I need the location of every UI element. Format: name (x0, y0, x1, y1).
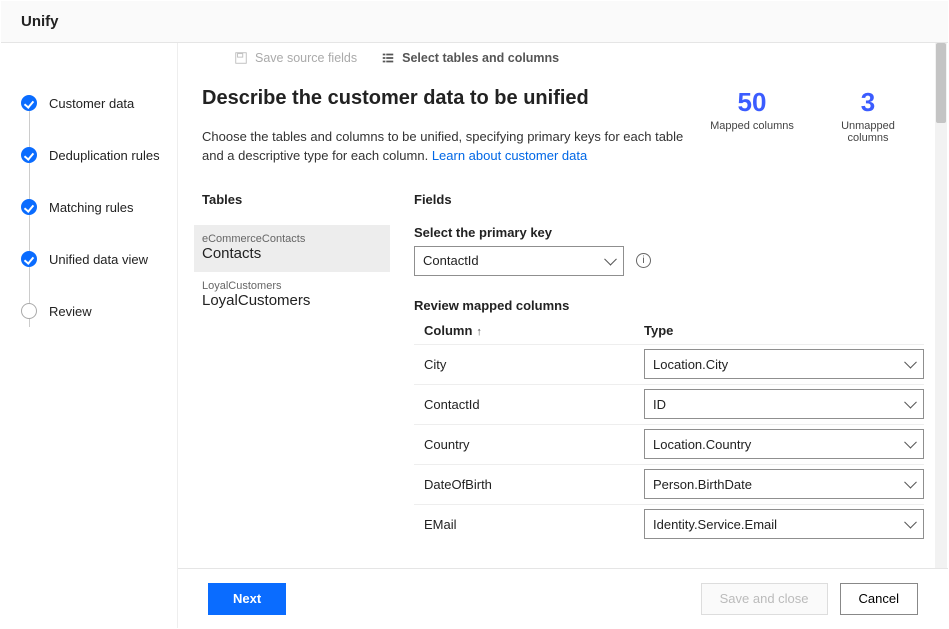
table-name: Contacts (202, 245, 382, 262)
wizard-step[interactable]: Customer data (21, 77, 177, 129)
toolbar: Save source fields Select tables and col… (178, 43, 948, 73)
primary-key-label: Select the primary key (414, 225, 924, 240)
column-mapping-row: EMail Identity.Service.Email (414, 504, 924, 544)
column-header-column[interactable]: Column↑ (414, 323, 644, 338)
table-name: LoyalCustomers (202, 292, 382, 309)
learn-link[interactable]: Learn about customer data (432, 148, 587, 163)
page-description: Choose the tables and columns to be unif… (202, 128, 704, 166)
column-name: DateOfBirth (414, 477, 644, 492)
column-type-value: Location.Country (653, 437, 751, 452)
column-name: Country (414, 437, 644, 452)
wizard-step[interactable]: Deduplication rules (21, 129, 177, 181)
scrollbar-thumb[interactable] (936, 43, 946, 123)
column-name: EMail (414, 517, 644, 532)
stat-mapped-label: Mapped columns (704, 120, 800, 132)
toolbar-select-tables[interactable]: Select tables and columns (381, 51, 559, 65)
column-type-value: Person.BirthDate (653, 477, 752, 492)
review-columns-label: Review mapped columns (414, 298, 924, 313)
column-type-select[interactable]: Location.City (644, 349, 924, 379)
toolbar-select-tables-label: Select tables and columns (402, 51, 559, 65)
wizard-sidebar: Customer data Deduplication rules Matching… (1, 43, 177, 628)
footer: Next Save and close Cancel (178, 568, 948, 628)
column-type-value: Location.City (653, 357, 728, 372)
wizard-step[interactable]: Matching rules (21, 181, 177, 233)
column-mapping-row: ContactId ID (414, 384, 924, 424)
wizard-step-label: Unified data view (49, 252, 148, 267)
stat-mapped: 50 Mapped columns (704, 87, 800, 144)
stat-unmapped-value: 3 (820, 87, 916, 118)
column-type-select[interactable]: Location.Country (644, 429, 924, 459)
wizard-step[interactable]: Review (21, 285, 177, 337)
table-source: LoyalCustomers (202, 280, 382, 292)
column-header-type[interactable]: Type (644, 323, 924, 338)
table-item[interactable]: LoyalCustomersLoyalCustomers (194, 272, 390, 319)
wizard-step[interactable]: Unified data view (21, 233, 177, 285)
table-source: eCommerceContacts (202, 233, 382, 245)
column-mapping-row: DateOfBirth Person.BirthDate (414, 464, 924, 504)
step-pending-icon (21, 303, 37, 319)
list-icon (381, 51, 395, 65)
next-button[interactable]: Next (208, 583, 286, 615)
cancel-button[interactable]: Cancel (840, 583, 918, 615)
step-complete-icon (21, 251, 37, 267)
column-mapping-row: Country Location.Country (414, 424, 924, 464)
wizard-step-label: Matching rules (49, 200, 134, 215)
column-mapping-row: City Location.City (414, 344, 924, 384)
save-icon (234, 51, 248, 65)
toolbar-save-source-label: Save source fields (255, 51, 357, 65)
column-type-select[interactable]: Identity.Service.Email (644, 509, 924, 539)
column-name: ContactId (414, 397, 644, 412)
wizard-step-label: Customer data (49, 96, 134, 111)
column-type-select[interactable]: ID (644, 389, 924, 419)
primary-key-select[interactable]: ContactId (414, 246, 624, 276)
wizard-step-label: Review (49, 304, 92, 319)
table-item[interactable]: eCommerceContactsContacts (194, 225, 390, 272)
column-type-select[interactable]: Person.BirthDate (644, 469, 924, 499)
stat-mapped-value: 50 (704, 87, 800, 118)
app-title: Unify (21, 13, 59, 30)
column-type-value: Identity.Service.Email (653, 517, 777, 532)
step-complete-icon (21, 95, 37, 111)
stat-unmapped-label: Unmapped columns (820, 120, 916, 144)
column-type-value: ID (653, 397, 666, 412)
column-name: City (414, 357, 644, 372)
primary-key-value: ContactId (423, 253, 479, 268)
fields-heading: Fields (414, 192, 924, 207)
tables-heading: Tables (202, 192, 390, 207)
app-header: Unify (1, 1, 948, 43)
page-title: Describe the customer data to be unified (202, 87, 704, 110)
save-and-close-button: Save and close (701, 583, 828, 615)
wizard-step-label: Deduplication rules (49, 148, 160, 163)
vertical-scrollbar[interactable] (935, 43, 947, 568)
toolbar-save-source: Save source fields (234, 51, 357, 65)
sort-ascending-icon: ↑ (476, 326, 482, 338)
step-complete-icon (21, 147, 37, 163)
info-icon[interactable]: i (636, 253, 651, 268)
step-complete-icon (21, 199, 37, 215)
stat-unmapped: 3 Unmapped columns (820, 87, 916, 144)
